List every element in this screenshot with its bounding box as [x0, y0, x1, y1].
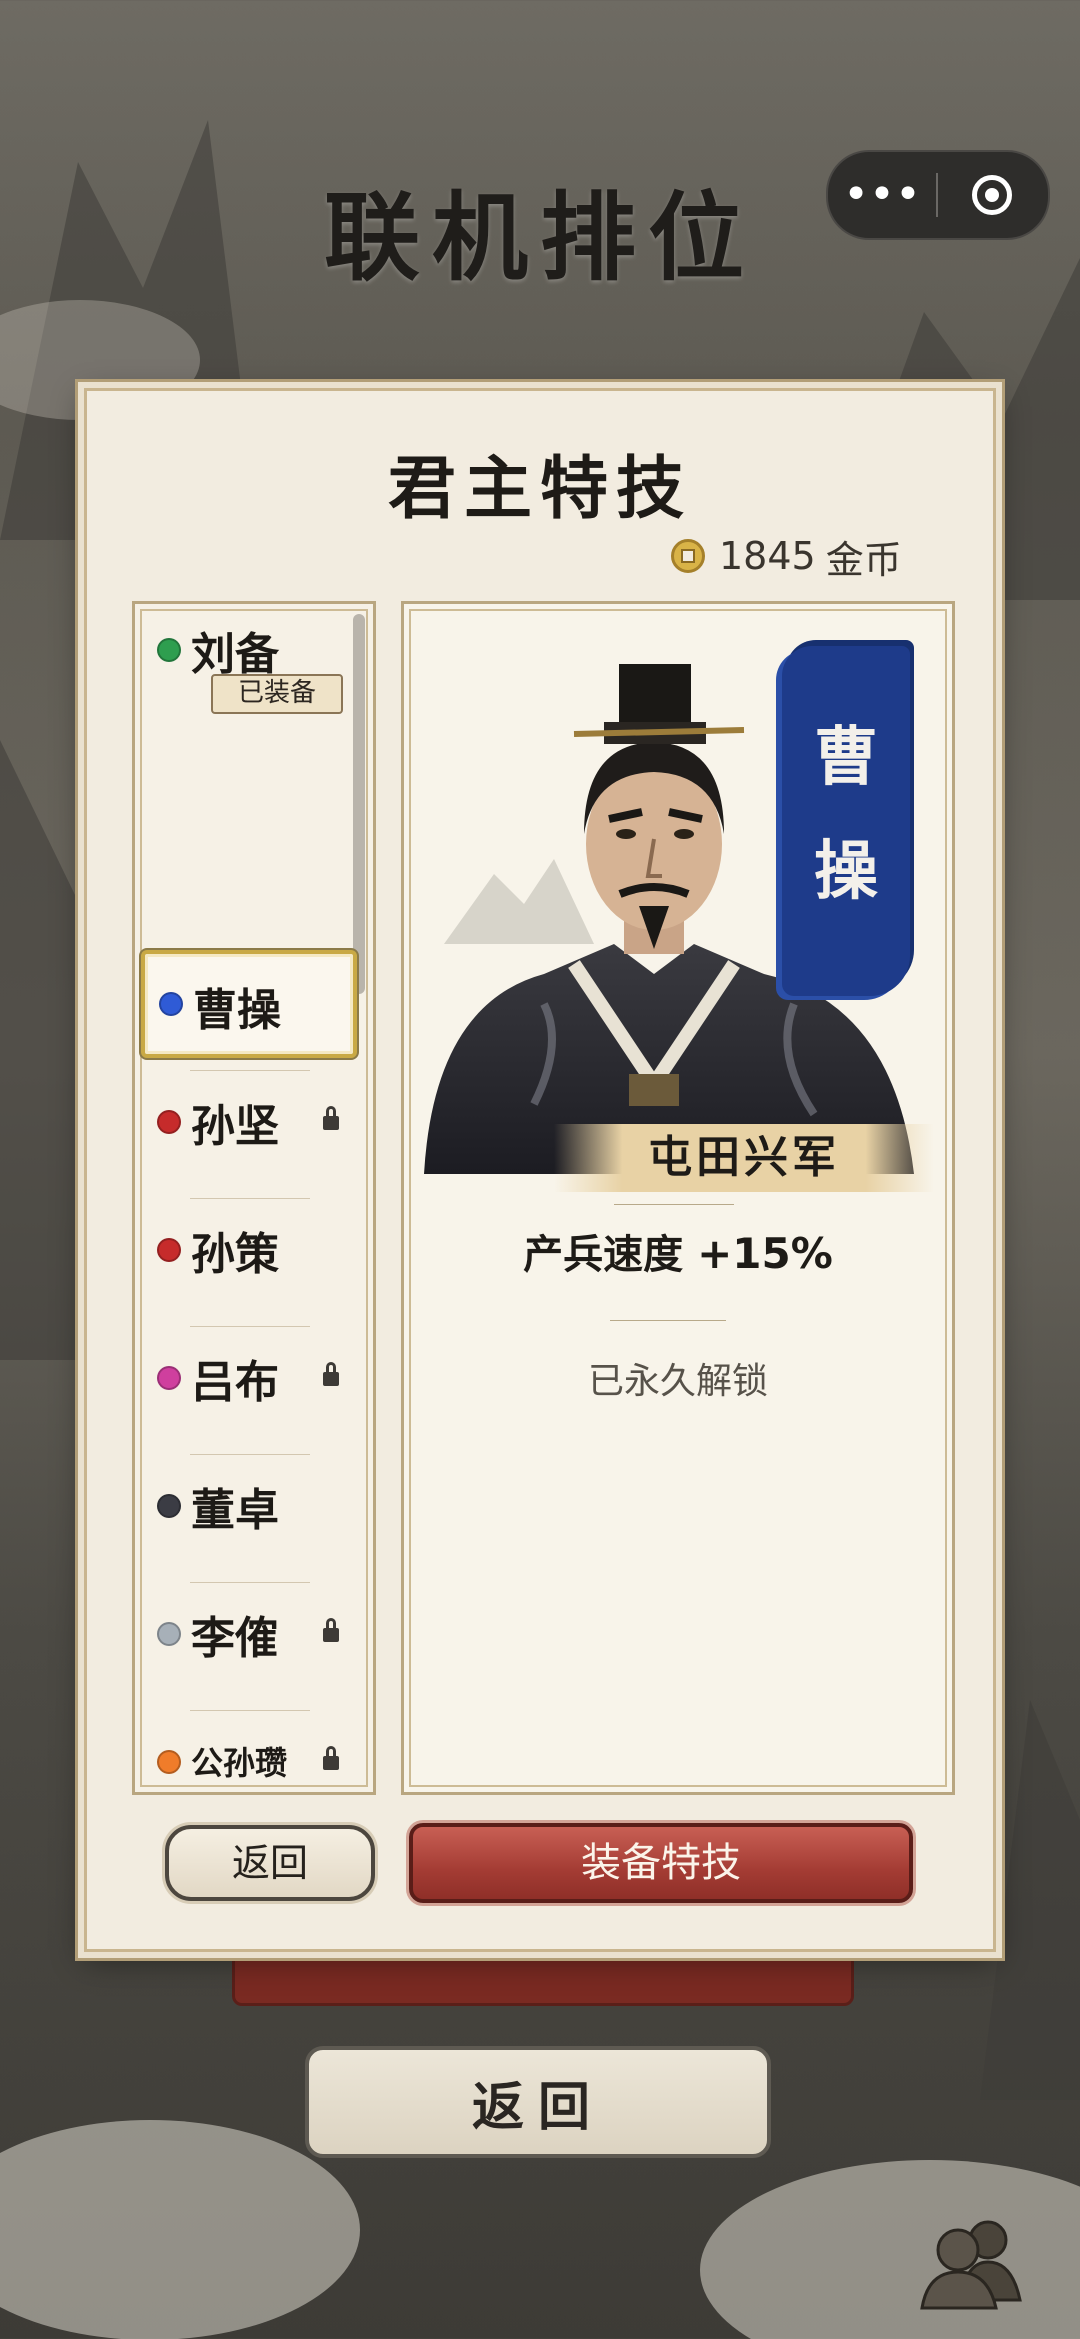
lord-name-banner: 曹 操	[782, 646, 910, 996]
lord-name: 刘备	[191, 629, 279, 680]
mini-program-capsule[interactable]: •••	[826, 150, 1050, 240]
page-title: 联机排位	[324, 181, 756, 294]
lord-item-suence[interactable]: 孙策	[135, 1194, 357, 1312]
lord-skill-dialog: 君主特技 1845 金币 刘备 已装备 曹操 孙坚 孙策 吕布 董卓 李傕 公孙…	[84, 388, 996, 1952]
lock-icon	[323, 1618, 339, 1642]
skill-name: 屯田兴军	[554, 1124, 934, 1192]
coin-balance: 1845 金币	[671, 531, 902, 582]
lord-item-caocao[interactable]: 曹操	[141, 950, 357, 1058]
banner-char: 曹	[814, 720, 878, 795]
lord-name: 吕布	[191, 1357, 279, 1408]
coin-icon	[671, 539, 705, 573]
faction-dot	[157, 638, 181, 662]
coin-amount: 1845	[719, 534, 816, 578]
lord-item-sunjian[interactable]: 孙坚	[135, 1066, 357, 1184]
equip-skill-button[interactable]: 装备特技	[409, 1823, 913, 1903]
lord-list[interactable]: 刘备 已装备 曹操 孙坚 孙策 吕布 董卓 李傕 公孙瓒	[132, 601, 376, 1795]
lord-item-lvbu[interactable]: 吕布	[135, 1322, 357, 1440]
faction-dot	[157, 1750, 181, 1774]
divider	[614, 1204, 734, 1205]
faction-dot	[157, 1494, 181, 1518]
target-circle-icon	[972, 175, 1012, 215]
lock-icon	[323, 1746, 339, 1770]
lord-name: 董卓	[191, 1485, 279, 1536]
lord-name: 孙策	[191, 1229, 279, 1280]
dialog-title: 君主特技	[387, 449, 692, 529]
equipped-badge: 已装备	[211, 674, 343, 714]
friends-icon[interactable]	[916, 2210, 1026, 2310]
lock-icon	[323, 1106, 339, 1130]
lock-icon	[323, 1362, 339, 1386]
more-dots-icon[interactable]: •••	[828, 152, 936, 238]
skill-effect-label: 产兵速度	[523, 1231, 684, 1278]
divider	[610, 1320, 726, 1321]
lord-name: 李傕	[191, 1613, 279, 1664]
close-button[interactable]	[938, 175, 1046, 215]
banner-char: 操	[814, 834, 878, 909]
lord-item-lijue[interactable]: 李傕	[135, 1578, 357, 1696]
main-back-button[interactable]: 返回	[305, 2046, 771, 2158]
lord-item-gongsunzan[interactable]: 公孙瓒	[135, 1706, 357, 1792]
unlock-status: 已永久解锁	[587, 1361, 768, 1402]
lord-name: 曹操	[193, 985, 281, 1036]
faction-dot	[157, 1366, 181, 1390]
back-button[interactable]: 返回	[165, 1825, 375, 1901]
faction-dot	[159, 992, 183, 1016]
faction-dot	[157, 1238, 181, 1262]
lord-item-liubei[interactable]: 刘备 已装备	[135, 604, 357, 722]
lord-name: 孙坚	[191, 1101, 279, 1152]
lord-name: 公孙瓒	[191, 1744, 288, 1782]
faction-dot	[157, 1110, 181, 1134]
lord-item-dongzhuo[interactable]: 董卓	[135, 1450, 357, 1568]
skill-effect-value: +15%	[697, 1229, 833, 1278]
faction-dot	[157, 1622, 181, 1646]
skill-effect: 产兵速度 +15%	[404, 1222, 952, 1280]
coin-unit: 金币	[825, 537, 902, 582]
lord-detail-card: 曹 操 屯田兴军 产兵速度 +15% 已永久解锁	[401, 601, 955, 1795]
